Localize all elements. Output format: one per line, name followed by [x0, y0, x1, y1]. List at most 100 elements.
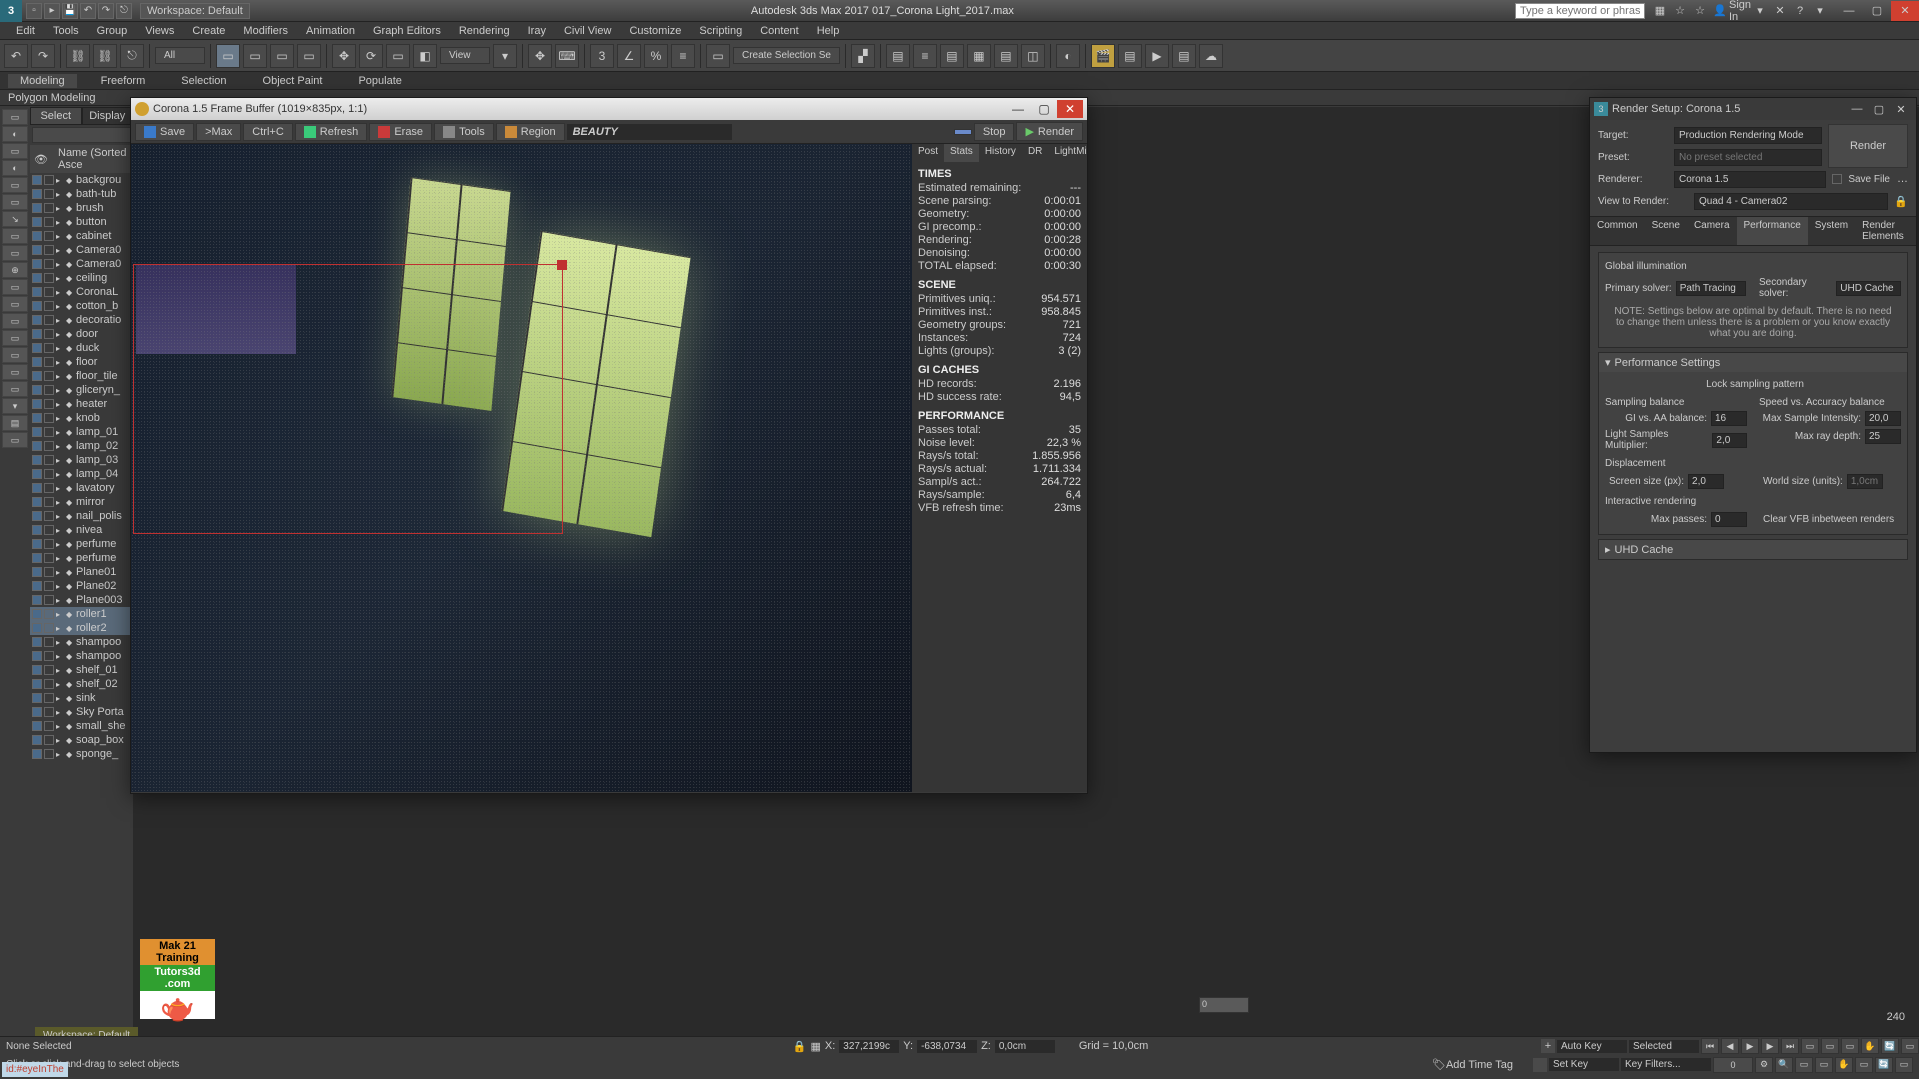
render-iray-button[interactable]: ▤ [1172, 44, 1196, 68]
tab-lightmix[interactable]: LightMix [1048, 144, 1087, 162]
visibility-icon[interactable] [32, 749, 42, 759]
max-int-spinner[interactable]: 20,0 [1865, 411, 1901, 426]
primary-solver-dropdown[interactable]: Path Tracing [1676, 281, 1746, 296]
visibility-icon[interactable] [32, 651, 42, 661]
select-object-button[interactable]: ▭ [216, 44, 240, 68]
scene-item[interactable]: ▸◆door [30, 327, 133, 341]
freeze-icon[interactable] [44, 259, 54, 269]
link-button[interactable]: ⛓ [66, 44, 90, 68]
visibility-icon[interactable] [32, 231, 42, 241]
rs-maximize-button[interactable]: ▢ [1868, 101, 1890, 117]
uhd-cache-header[interactable]: ▸UHD Cache [1599, 540, 1907, 559]
visibility-icon[interactable] [32, 469, 42, 479]
scene-item[interactable]: ▸◆Plane003 [30, 593, 133, 607]
undo-button[interactable]: ↶ [4, 44, 28, 68]
prev-frame-button[interactable]: ◀ [1721, 1038, 1739, 1054]
tool-icon[interactable]: ▭ [2, 313, 28, 329]
bind-button[interactable]: ⎋ [120, 44, 144, 68]
fb-tools-button[interactable]: Tools [434, 123, 494, 141]
close2-icon[interactable]: ✕ [1773, 4, 1787, 18]
menu-create[interactable]: Create [184, 24, 233, 38]
scene-item[interactable]: ▸◆duck [30, 341, 133, 355]
freeze-icon[interactable] [44, 273, 54, 283]
visibility-icon[interactable] [32, 735, 42, 745]
scene-item[interactable]: ▸◆lavatory [30, 481, 133, 495]
menu-group[interactable]: Group [89, 24, 136, 38]
world-spinner[interactable]: 1,0cm [1847, 474, 1883, 489]
tab-history[interactable]: History [979, 144, 1022, 162]
freeze-icon[interactable] [44, 245, 54, 255]
maxpass-spinner[interactable]: 0 [1711, 512, 1747, 527]
scene-item[interactable]: ▸◆Sky Porta [30, 705, 133, 719]
scene-item[interactable]: ▸◆floor_tile [30, 369, 133, 383]
play-button[interactable]: ▶ [1741, 1038, 1759, 1054]
freeze-icon[interactable] [44, 469, 54, 479]
scene-item[interactable]: ▸◆sponge_ [30, 747, 133, 761]
freeze-icon[interactable] [44, 399, 54, 409]
user-icon[interactable]: 👤 [1713, 4, 1727, 18]
orbit2-button[interactable]: 🔄 [1875, 1057, 1893, 1073]
tab-select[interactable]: Select [30, 107, 82, 125]
rs-titlebar[interactable]: 3 Render Setup: Corona 1.5 — ▢ ✕ [1590, 98, 1916, 120]
autokey-icon[interactable]: + [1541, 1039, 1555, 1053]
zoom-all-button[interactable]: ▭ [1795, 1057, 1813, 1073]
visibility-icon[interactable] [32, 385, 42, 395]
select-region-button[interactable]: ▭ [270, 44, 294, 68]
zoom-ext-button[interactable]: ▭ [1841, 1038, 1859, 1054]
caret2-icon[interactable]: ▾ [1813, 4, 1827, 18]
coord-y-input[interactable]: -638,0734 [917, 1040, 977, 1053]
goto-start-button[interactable]: ⏮ [1701, 1038, 1719, 1054]
visibility-icon[interactable] [32, 525, 42, 535]
scene-item[interactable]: ▸◆roller2 [30, 621, 133, 635]
scale-button[interactable]: ▭ [386, 44, 410, 68]
tool-icon[interactable]: ▭ [2, 228, 28, 244]
open-icon[interactable]: ▸ [44, 3, 60, 19]
align-button[interactable]: ▤ [886, 44, 910, 68]
select-name-button[interactable]: ▭ [243, 44, 267, 68]
savefile-checkbox[interactable] [1832, 174, 1842, 184]
coord-x-input[interactable]: 327,2199c [839, 1040, 899, 1053]
unlink-button[interactable]: ⛓ [93, 44, 117, 68]
menu-scripting[interactable]: Scripting [691, 24, 750, 38]
scene-item[interactable]: ▸◆cotton_b [30, 299, 133, 313]
redo-icon[interactable]: ↷ [98, 3, 114, 19]
tab-system[interactable]: System [1808, 217, 1855, 245]
freeze-icon[interactable] [44, 721, 54, 731]
visibility-icon[interactable] [32, 315, 42, 325]
key-mode-button[interactable]: ▭ [1801, 1038, 1819, 1054]
scene-item[interactable]: ▸◆roller1 [30, 607, 133, 621]
grid-icon[interactable]: ▦ [1653, 4, 1667, 18]
placement-button[interactable]: ◧ [413, 44, 437, 68]
freeze-icon[interactable] [44, 595, 54, 605]
renderer-dropdown[interactable]: Corona 1.5 [1674, 171, 1826, 188]
render-button[interactable]: ▶ [1145, 44, 1169, 68]
freeze-icon[interactable] [44, 679, 54, 689]
scene-list[interactable]: ▸◆backgrou▸◆bath-tub▸◆brush▸◆button▸◆cab… [30, 173, 133, 1036]
tool-icon[interactable]: ▭ [2, 194, 28, 210]
tool-icon[interactable]: ▭ [2, 245, 28, 261]
freeze-icon[interactable] [44, 301, 54, 311]
menu-content[interactable]: Content [752, 24, 807, 38]
scene-item[interactable]: ▸◆ceiling [30, 271, 133, 285]
menu-rendering[interactable]: Rendering [451, 24, 518, 38]
menu-animation[interactable]: Animation [298, 24, 363, 38]
pivot-button[interactable]: ▾ [493, 44, 517, 68]
tool-icon[interactable]: ▭ [2, 347, 28, 363]
scene-item[interactable]: ▸◆Camera0 [30, 243, 133, 257]
menu-customize[interactable]: Customize [621, 24, 689, 38]
tab-scene[interactable]: Scene [1645, 217, 1687, 245]
freeze-icon[interactable] [44, 455, 54, 465]
fb-render-view[interactable] [131, 144, 912, 792]
tool-icon[interactable]: ▭ [2, 330, 28, 346]
visibility-icon[interactable] [32, 567, 42, 577]
scene-item[interactable]: ▸◆small_she [30, 719, 133, 733]
menu-edit[interactable]: Edit [8, 24, 43, 38]
freeze-icon[interactable] [44, 525, 54, 535]
render-a360-button[interactable]: ☁ [1199, 44, 1223, 68]
percent-snap-button[interactable]: % [644, 44, 668, 68]
named-sel-dropdown[interactable]: Create Selection Se [733, 47, 840, 64]
spinner-snap-button[interactable]: ≡ [671, 44, 695, 68]
visibility-icon[interactable] [32, 273, 42, 283]
scene-item[interactable]: ▸◆gliceryn_ [30, 383, 133, 397]
walk-button[interactable]: ▭ [1855, 1057, 1873, 1073]
